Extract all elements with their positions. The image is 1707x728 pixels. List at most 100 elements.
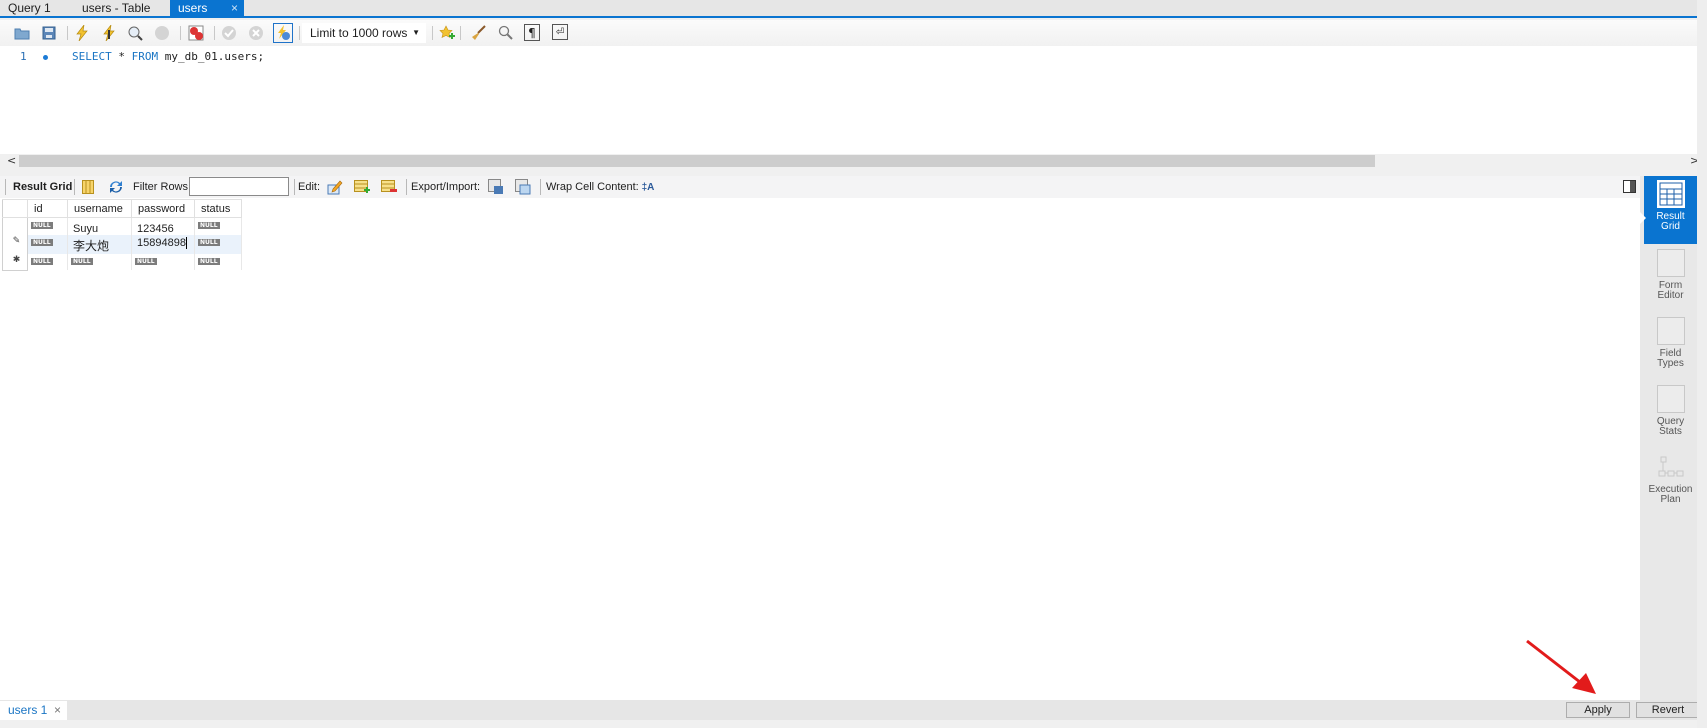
cell-id[interactable]: NULL bbox=[27, 235, 68, 254]
find-replace-icon[interactable] bbox=[497, 24, 515, 42]
side-label: Types bbox=[1657, 358, 1684, 369]
table-row-editing[interactable]: ✎ NULL 李大炮 15894898 NULL bbox=[2, 235, 242, 254]
apply-button[interactable]: Apply bbox=[1566, 702, 1630, 718]
tab-query-1[interactable]: Query 1 bbox=[0, 0, 74, 16]
limit-rows-select[interactable]: Limit to 1000 rows ▼ bbox=[302, 23, 426, 43]
open-folder-icon[interactable] bbox=[13, 24, 31, 42]
cell-status[interactable]: NULL bbox=[194, 235, 242, 254]
row-marker[interactable] bbox=[2, 217, 28, 235]
cell-username[interactable]: Suyu bbox=[67, 217, 132, 235]
column-layout-icon[interactable] bbox=[80, 179, 96, 195]
toolbar-separator bbox=[67, 26, 68, 40]
rollback-icon[interactable] bbox=[247, 24, 265, 42]
toolbar-separator bbox=[5, 179, 6, 195]
form-editor-icon bbox=[1656, 249, 1685, 277]
explain-icon[interactable] bbox=[126, 24, 144, 42]
toolbar-separator bbox=[540, 179, 541, 195]
delete-row-icon[interactable] bbox=[381, 179, 397, 195]
export-import-label: Export/Import: bbox=[411, 181, 481, 193]
add-snippet-star-icon[interactable] bbox=[438, 24, 456, 42]
cell-value-editing[interactable]: 15894898 bbox=[137, 237, 187, 249]
result-tab-users-1[interactable]: users 1 × bbox=[0, 701, 67, 720]
column-header-username[interactable]: username bbox=[67, 199, 132, 218]
export-icon[interactable] bbox=[488, 179, 504, 195]
tab-users[interactable]: users × bbox=[170, 0, 244, 16]
sql-editor[interactable]: 1 SELECT * FROM my_db_01.users; bbox=[0, 46, 1697, 154]
toggle-error-continue-icon[interactable] bbox=[187, 24, 205, 42]
save-icon[interactable] bbox=[40, 24, 58, 42]
sql-code-line[interactable]: SELECT * FROM my_db_01.users; bbox=[72, 50, 264, 63]
side-execution-plan-button[interactable]: Execution Plan bbox=[1644, 450, 1697, 512]
execute-icon[interactable] bbox=[73, 24, 91, 42]
edit-label: Edit: bbox=[298, 181, 321, 193]
cell-id[interactable]: NULL bbox=[27, 254, 68, 270]
cell-password[interactable]: 15894898 bbox=[131, 235, 195, 254]
null-badge: NULL bbox=[31, 258, 53, 265]
invisible-chars-icon[interactable]: ¶ bbox=[524, 24, 540, 41]
stop-icon[interactable] bbox=[153, 24, 171, 42]
import-icon[interactable] bbox=[515, 179, 531, 195]
cell-value: 李大炮 bbox=[73, 239, 110, 253]
side-result-grid-button[interactable]: Result Grid bbox=[1644, 176, 1697, 244]
status-strip bbox=[0, 722, 1697, 728]
toolbar-separator bbox=[406, 179, 407, 195]
table-row-new[interactable]: ✱ NULL NULL NULL NULL bbox=[2, 254, 242, 271]
statement-marker-icon bbox=[43, 55, 48, 60]
mysql-workbench-window: Query 1 users - Table users × Limit to 1… bbox=[0, 0, 1707, 728]
scrollbar-thumb[interactable] bbox=[19, 155, 1375, 167]
execute-current-statement-icon[interactable] bbox=[100, 24, 118, 42]
field-types-icon bbox=[1656, 317, 1685, 345]
table-header-row: id username password status bbox=[2, 199, 242, 218]
sql-editor-toolbar: Limit to 1000 rows ▼ ¶ ⏎ bbox=[0, 20, 1697, 46]
cell-password[interactable]: 123456 bbox=[131, 217, 195, 235]
toolbar-separator bbox=[460, 26, 461, 40]
close-result-tab-icon[interactable]: × bbox=[54, 701, 61, 720]
beautify-broom-icon[interactable] bbox=[470, 24, 488, 42]
refresh-icon[interactable] bbox=[108, 179, 124, 195]
toggle-side-panel-icon[interactable] bbox=[1623, 180, 1636, 193]
row-marker-pencil-icon[interactable]: ✎ bbox=[2, 235, 28, 254]
cell-id[interactable]: NULL bbox=[27, 217, 68, 235]
wrap-cell-content-icon[interactable]: ‡A bbox=[640, 179, 656, 195]
tab-label: users - Table bbox=[82, 1, 151, 15]
sql-keyword: FROM bbox=[131, 50, 159, 63]
active-panel-pointer bbox=[1640, 212, 1646, 224]
cell-password[interactable]: NULL bbox=[131, 254, 195, 270]
side-form-editor-button[interactable]: Form Editor bbox=[1644, 246, 1697, 308]
autocommit-toggle-icon[interactable] bbox=[273, 23, 293, 43]
cell-username[interactable]: 李大炮 bbox=[67, 235, 132, 254]
wrap-lines-icon[interactable]: ⏎ bbox=[552, 24, 568, 40]
result-grid-icon bbox=[1656, 180, 1685, 208]
insert-row-icon[interactable] bbox=[354, 179, 370, 195]
side-label: Editor bbox=[1657, 290, 1684, 301]
revert-button[interactable]: Revert bbox=[1636, 702, 1700, 718]
null-badge: NULL bbox=[135, 258, 157, 265]
sql-text: * bbox=[111, 50, 132, 63]
side-field-types-button[interactable]: Field Types bbox=[1644, 314, 1697, 376]
result-grid-label: Result Grid bbox=[13, 181, 73, 193]
result-grid-toolbar: Result Grid Filter Rows: Edit: Export/Im… bbox=[0, 176, 1640, 198]
toolbar-separator bbox=[432, 26, 433, 40]
execution-plan-icon bbox=[1657, 453, 1685, 481]
cell-value: 123456 bbox=[137, 223, 174, 235]
result-grid[interactable]: id username password status NULL Suyu 12… bbox=[0, 198, 1640, 700]
tab-users-table[interactable]: users - Table bbox=[74, 0, 170, 16]
query-stats-icon bbox=[1656, 385, 1685, 413]
table-row[interactable]: NULL Suyu 123456 NULL bbox=[2, 217, 242, 235]
commit-icon[interactable] bbox=[220, 24, 238, 42]
column-header-status[interactable]: status bbox=[194, 199, 242, 218]
close-tab-icon[interactable]: × bbox=[231, 0, 238, 16]
cell-username[interactable]: NULL bbox=[67, 254, 132, 270]
cell-status[interactable]: NULL bbox=[194, 217, 242, 235]
editor-horizontal-scrollbar[interactable]: < > bbox=[0, 154, 1699, 168]
edit-row-pencil-icon[interactable] bbox=[327, 179, 343, 195]
side-query-stats-button[interactable]: Query Stats bbox=[1644, 382, 1697, 444]
result-tab-label: users 1 bbox=[8, 703, 48, 717]
column-header-password[interactable]: password bbox=[131, 199, 195, 218]
cell-status[interactable]: NULL bbox=[194, 254, 242, 270]
scroll-left-icon[interactable]: < bbox=[7, 154, 16, 168]
filter-rows-input[interactable] bbox=[189, 177, 289, 196]
toolbar-separator bbox=[180, 26, 181, 40]
column-header-id[interactable]: id bbox=[27, 199, 68, 218]
row-marker-new-icon[interactable]: ✱ bbox=[2, 254, 28, 271]
